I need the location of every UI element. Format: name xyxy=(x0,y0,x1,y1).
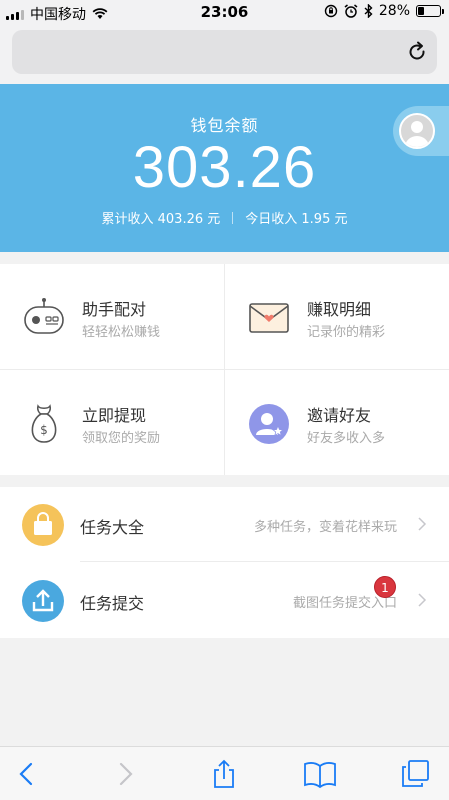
tile-subtitle: 领取您的奖励 xyxy=(82,431,161,446)
reload-icon[interactable] xyxy=(405,40,429,64)
browser-header xyxy=(0,24,449,84)
wallet-panel: 钱包余额 303.26 累计收入 403.26 元 今日收入 1.95 元 xyxy=(0,84,449,252)
robot-icon xyxy=(24,298,64,334)
money-bag-icon: $ xyxy=(31,404,57,443)
battery-percent: 28% xyxy=(378,3,410,19)
list-item-title: 任务提交 xyxy=(80,594,145,613)
bookmarks-icon[interactable] xyxy=(303,759,337,789)
share-icon[interactable] xyxy=(209,759,239,789)
upload-icon xyxy=(22,580,64,622)
svg-text:$: $ xyxy=(40,423,48,437)
tile-subtitle: 记录你的精彩 xyxy=(307,325,386,340)
wallet-label: 钱包余额 xyxy=(190,116,259,135)
back-icon[interactable] xyxy=(12,759,42,789)
tile-title: 邀请好友 xyxy=(307,406,372,425)
battery-icon xyxy=(416,5,444,17)
user-avatar-icon xyxy=(405,121,429,147)
forward-icon[interactable] xyxy=(110,759,140,789)
tile-subtitle: 轻轻松松赚钱 xyxy=(82,325,161,340)
orientation-lock-icon xyxy=(324,4,338,18)
invite-user-icon xyxy=(249,404,289,444)
pair-assistant-tile[interactable]: 助手配对 轻轻松松赚钱 xyxy=(0,264,224,369)
tile-subtitle: 好友多收入多 xyxy=(307,431,386,446)
notification-badge: 1 xyxy=(374,576,396,598)
tile-title: 赚取明细 xyxy=(307,300,372,319)
task-list: 任务大全 多种任务，变着花样来玩 任务提交 截图任务提交入口 1 xyxy=(0,487,449,638)
list-item[interactable]: 任务提交 截图任务提交入口 1 xyxy=(0,563,449,638)
chevron-right-icon xyxy=(418,593,427,607)
bluetooth-icon xyxy=(364,4,373,18)
browser-toolbar xyxy=(0,746,449,800)
profile-tab[interactable] xyxy=(393,106,449,156)
list-item-title: 任务大全 xyxy=(80,518,145,537)
tile-title: 助手配对 xyxy=(82,300,147,319)
total-income: 累计收入 403.26 元 xyxy=(101,212,221,227)
list-item[interactable]: 任务大全 多种任务，变着花样来玩 xyxy=(0,487,449,562)
avatar[interactable] xyxy=(399,113,435,149)
address-bar[interactable] xyxy=(12,30,437,74)
wallet-balance: 303.26 xyxy=(132,135,317,200)
chevron-right-icon xyxy=(418,517,427,531)
tabs-icon[interactable] xyxy=(400,759,430,789)
today-income: 今日收入 1.95 元 xyxy=(245,212,348,227)
status-bar: 中国移动 23:06 28% xyxy=(0,0,449,24)
list-item-desc: 多种任务，变着花样来玩 xyxy=(253,520,397,535)
shopping-bag-icon xyxy=(22,504,64,546)
alarm-icon xyxy=(344,4,358,18)
tile-title: 立即提现 xyxy=(82,406,147,425)
income-divider xyxy=(232,211,234,224)
envelope-icon xyxy=(249,303,289,333)
withdraw-tile[interactable]: $ 立即提现 领取您的奖励 xyxy=(0,370,224,475)
income-summary: 累计收入 403.26 元 今日收入 1.95 元 xyxy=(0,208,449,227)
invite-friends-tile[interactable]: 邀请好友 好友多收入多 xyxy=(225,370,449,475)
earnings-detail-tile[interactable]: 赚取明细 记录你的精彩 xyxy=(225,264,449,369)
feature-grid: 助手配对 轻轻松松赚钱 赚取明细 记录你的精彩 $ 立即提现 领取您的奖励 邀请… xyxy=(0,264,449,475)
